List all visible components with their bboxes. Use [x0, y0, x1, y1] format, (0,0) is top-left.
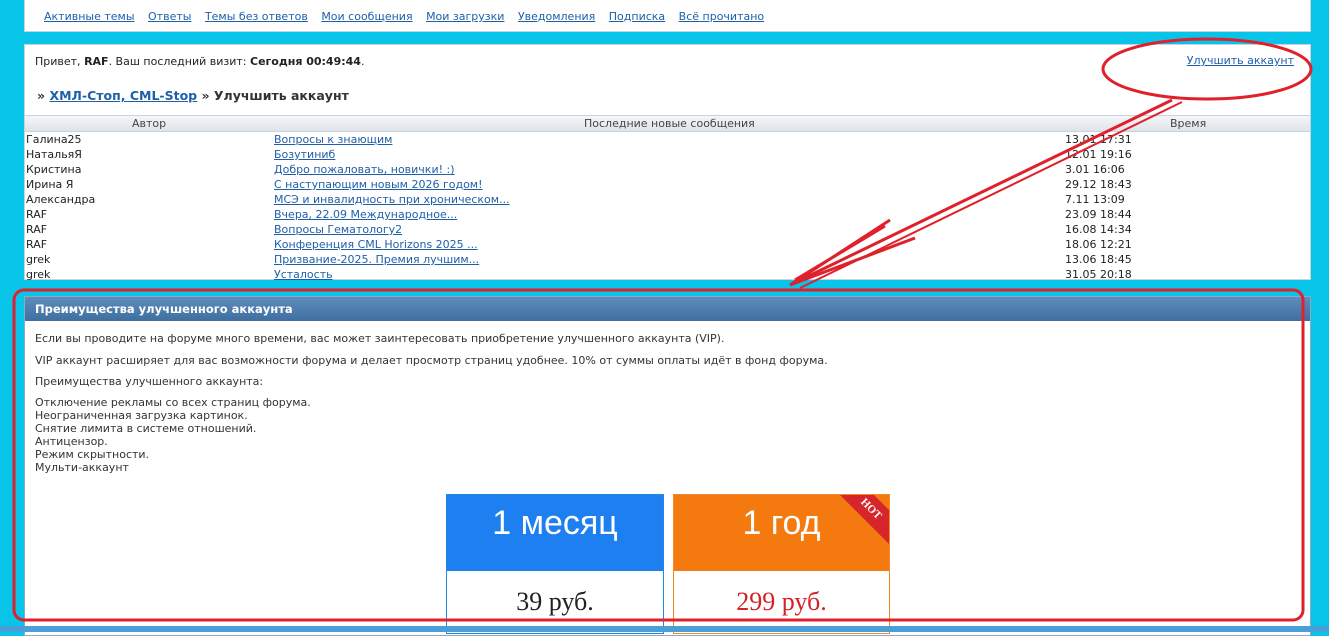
top-menu-items: Активные темы Ответы Темы без ответов Мо…: [44, 10, 774, 23]
menu-notifications[interactable]: Уведомления: [518, 10, 595, 23]
table-row: RAF Вчера, 22.09 Международное... 23.09 18…: [25, 207, 1310, 222]
greeting-prefix: Привет,: [35, 55, 85, 68]
row-time: 23.09 18:44: [1065, 208, 1132, 221]
table-row: Галина25 Вопросы к знающим 13.01 17:31: [25, 132, 1310, 147]
plan-card-year[interactable]: 1 год HOT 299 руб.: [673, 494, 890, 634]
breadcrumb-forum-link[interactable]: ХМЛ-Стоп, CML-Stop: [49, 88, 197, 103]
list-item: Режим скрытности.: [35, 448, 150, 461]
row-author: RAF: [26, 223, 48, 236]
benefits-list-heading: Преимущества улучшенного аккаунта:: [35, 375, 264, 388]
table-row: RAF Конференция CML Horizons 2025 ... 18.0…: [25, 237, 1310, 252]
row-message-link[interactable]: С наступающим новым 2026 годом!: [274, 178, 483, 191]
breadcrumb: » ХМЛ-Стоп, CML-Stop » Улучшить аккаунт: [37, 88, 349, 103]
row-message-link[interactable]: Вопросы Гематологу2: [274, 223, 402, 236]
row-author: НатальяЯ: [26, 148, 82, 161]
row-time: 12.01 19:16: [1065, 148, 1132, 161]
row-message-link[interactable]: Конференция CML Horizons 2025 ...: [274, 238, 478, 251]
upgrade-account-link[interactable]: Улучшить аккаунт: [1187, 54, 1294, 67]
breadcrumb-separator: »: [37, 88, 46, 103]
row-author: grek: [26, 268, 51, 281]
table-row: Кристина Добро пожаловать, новички! :) 3.0…: [25, 162, 1310, 177]
taskbar: [0, 626, 1329, 632]
row-time: 18.06 12:21: [1065, 238, 1132, 251]
table-row: grek Призвание-2025. Премия лучшим... 13.0…: [25, 252, 1310, 267]
row-author: RAF: [26, 238, 48, 251]
last-visit: Сегодня 00:49:44: [250, 55, 361, 68]
row-message-link[interactable]: Вчера, 22.09 Международное...: [274, 208, 457, 221]
row-time: 7.11 13:09: [1065, 193, 1125, 206]
plan-title: 1 месяц: [447, 495, 663, 571]
greeting: Привет, RAF. Ваш последний визит: Сегодн…: [35, 55, 364, 68]
row-time: 31.05 20:18: [1065, 268, 1132, 281]
menu-my-uploads[interactable]: Мои загрузки: [426, 10, 504, 23]
menu-my-posts[interactable]: Мои сообщения: [321, 10, 412, 23]
plan-card-month[interactable]: 1 месяц 39 руб.: [446, 494, 664, 634]
menu-active-topics[interactable]: Активные темы: [44, 10, 135, 23]
row-author: RAF: [26, 208, 48, 221]
row-message-link[interactable]: Бозутиниб: [274, 148, 335, 161]
row-time: 13.01 17:31: [1065, 133, 1132, 146]
table-row: Александра МСЭ и инвалидность при хрониче…: [25, 192, 1310, 207]
menu-subscriptions[interactable]: Подписка: [609, 10, 665, 23]
greeting-suffix: .: [360, 55, 365, 68]
row-message-link[interactable]: Добро пожаловать, новички! :): [274, 163, 455, 176]
row-message-link[interactable]: Призвание-2025. Премия лучшим...: [274, 253, 479, 266]
row-author: Ирина Я: [26, 178, 74, 191]
recent-posts-table: Автор Последние новые сообщения Время Га…: [25, 115, 1310, 282]
col-message-header: Последние новые сообщения: [584, 117, 755, 130]
list-item: Снятие лимита в системе отношений.: [35, 422, 257, 435]
list-item: Неограниченная загрузка картинок.: [35, 409, 248, 422]
table-row: grek Усталость 31.05 20:18: [25, 267, 1310, 282]
plan-price: 299 руб.: [736, 587, 827, 616]
table-row: Ирина Я С наступающим новым 2026 годом! 29…: [25, 177, 1310, 192]
benefits-block: Преимущества улучшенного аккаунта Если в…: [24, 296, 1311, 636]
row-time: 16.08 14:34: [1065, 223, 1132, 236]
row-time: 13.06 18:45: [1065, 253, 1132, 266]
table-row: НатальяЯ Бозутиниб 12.01 19:16: [25, 147, 1310, 162]
greeting-user: RAF: [84, 55, 109, 68]
benefits-intro: Если вы проводите на форуме много времен…: [35, 332, 725, 345]
main-panel: Привет, RAF. Ваш последний визит: Сегодн…: [24, 44, 1311, 282]
row-time: 3.01 16:06: [1065, 163, 1125, 176]
row-message-link[interactable]: Усталость: [274, 268, 333, 281]
list-item: Отключение рекламы со всех страниц форум…: [35, 396, 311, 409]
row-author: grek: [26, 253, 51, 266]
top-menu: Активные темы Ответы Темы без ответов Мо…: [24, 0, 1311, 32]
row-message-link[interactable]: МСЭ и инвалидность при хроническом...: [274, 193, 510, 206]
list-item: Мульти-аккаунт: [35, 461, 129, 474]
row-author: Галина25: [26, 133, 82, 146]
list-item: Антицензор.: [35, 435, 108, 448]
plan-price: 39 руб.: [516, 587, 594, 616]
table-header: Автор Последние новые сообщения Время: [25, 115, 1310, 132]
table-body: Галина25 Вопросы к знающим 13.01 17:31 Ната…: [25, 132, 1310, 282]
greeting-middle: . Ваш последний визит:: [108, 55, 251, 68]
menu-mark-read[interactable]: Всё прочитано: [679, 10, 764, 23]
row-author: Александра: [26, 193, 96, 206]
breadcrumb-separator: »: [201, 88, 210, 103]
row-message-link[interactable]: Вопросы к знающим: [274, 133, 392, 146]
row-time: 29.12 18:43: [1065, 178, 1132, 191]
menu-answers[interactable]: Ответы: [148, 10, 191, 23]
breadcrumb-current: Улучшить аккаунт: [213, 88, 349, 103]
benefits-list: Отключение рекламы со всех страниц форум…: [35, 396, 311, 474]
menu-unanswered[interactable]: Темы без ответов: [205, 10, 308, 23]
benefits-title: Преимущества улучшенного аккаунта: [25, 297, 1310, 321]
table-row: RAF Вопросы Гематологу2 16.08 14:34: [25, 222, 1310, 237]
col-author-header: Автор: [132, 117, 167, 130]
benefits-vip-text: VIP аккаунт расширяет для вас возможност…: [35, 354, 828, 367]
col-time-header: Время: [1170, 117, 1207, 130]
row-author: Кристина: [26, 163, 82, 176]
